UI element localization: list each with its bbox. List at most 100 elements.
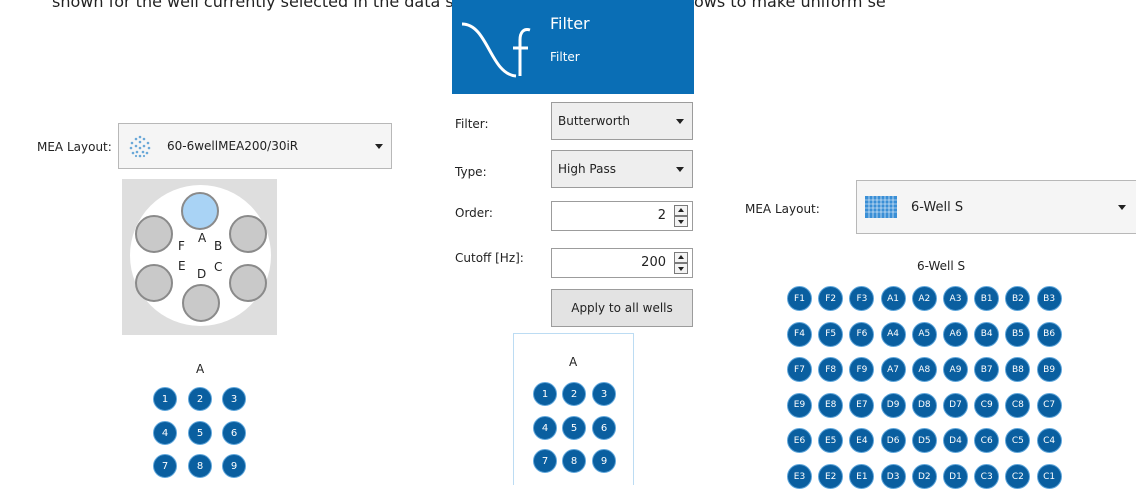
electrode-button[interactable]: A6 — [943, 321, 968, 347]
well-d[interactable] — [182, 284, 220, 322]
electrode-button[interactable]: F2 — [818, 286, 844, 311]
increment-arrow-icon[interactable] — [674, 252, 688, 263]
electrode-button[interactable]: B8 — [1005, 357, 1031, 383]
electrode-button[interactable]: B6 — [1036, 321, 1062, 347]
electrode-button[interactable]: F8 — [818, 357, 844, 383]
electrode-button[interactable]: C3 — [974, 464, 1000, 489]
electrode-button[interactable]: A3 — [943, 286, 968, 311]
electrode-button[interactable]: A5 — [911, 321, 937, 347]
electrode-button[interactable]: 6 — [222, 421, 246, 445]
electrode-button[interactable]: 7 — [533, 449, 557, 473]
electrode-button[interactable]: C2 — [1005, 464, 1031, 489]
electrode-button[interactable]: A7 — [880, 357, 906, 383]
electrode-button[interactable]: B5 — [1005, 321, 1031, 347]
chevron-down-icon — [1118, 205, 1126, 210]
electrode-button[interactable]: 5 — [562, 416, 586, 440]
electrode-button[interactable]: C1 — [1036, 464, 1062, 489]
electrode-button[interactable]: A1 — [880, 286, 906, 311]
well-b[interactable] — [229, 215, 267, 253]
electrode-button[interactable]: 9 — [592, 449, 616, 473]
electrode-button[interactable]: 1 — [533, 382, 557, 406]
electrode-button[interactable]: A9 — [943, 357, 968, 383]
electrode-button[interactable]: 4 — [533, 416, 557, 440]
electrode-button[interactable]: D5 — [911, 428, 937, 454]
electrode-button[interactable]: 1 — [153, 387, 177, 411]
electrode-button[interactable]: D9 — [880, 392, 906, 418]
electrode-button[interactable]: 2 — [188, 387, 212, 411]
mea-layout-label: MEA Layout: — [745, 202, 820, 216]
electrode-button[interactable]: 2 — [562, 382, 586, 406]
electrode-button[interactable]: B9 — [1036, 357, 1062, 383]
electrode-button[interactable]: C8 — [1005, 392, 1031, 418]
electrode-button[interactable]: E1 — [849, 464, 875, 489]
pass-type-dropdown[interactable]: High Pass — [551, 150, 693, 188]
electrode-button[interactable]: 6 — [592, 416, 616, 440]
order-value: 2 — [657, 208, 666, 223]
electrode-button[interactable]: B4 — [974, 321, 1000, 347]
electrode-button[interactable]: F3 — [849, 286, 875, 311]
electrode-button[interactable]: D8 — [911, 392, 937, 418]
electrode-button[interactable]: E6 — [787, 428, 812, 454]
electrode-button[interactable]: 3 — [592, 382, 616, 406]
apply-to-all-wells-button[interactable]: Apply to all wells — [551, 289, 693, 327]
filter-header: Filter Filter — [452, 0, 694, 94]
electrode-button[interactable]: F5 — [818, 321, 844, 347]
electrode-button[interactable]: C4 — [1036, 428, 1062, 454]
electrode-button[interactable]: C9 — [974, 392, 1000, 418]
well-label-f: F — [178, 239, 185, 253]
order-stepper[interactable]: 2 — [551, 201, 693, 231]
mea-layout-dropdown[interactable]: 60-6wellMEA200/30iR — [118, 123, 392, 169]
electrode-button[interactable]: 5 — [188, 421, 212, 445]
well-e[interactable] — [135, 264, 173, 302]
decrement-arrow-icon[interactable] — [674, 216, 688, 227]
well-label-b: B — [214, 239, 223, 253]
electrode-button[interactable]: B2 — [1005, 286, 1031, 311]
filter-type-label: Filter: — [455, 117, 489, 131]
electrode-button[interactable]: D2 — [911, 464, 937, 489]
electrode-grid-panel: A 1 2 3 4 5 6 7 8 9 — [513, 333, 634, 485]
well-c[interactable] — [229, 264, 267, 302]
electrode-button[interactable]: C6 — [974, 428, 1000, 454]
electrode-button[interactable]: E5 — [818, 428, 844, 454]
electrode-button[interactable]: C7 — [1036, 392, 1062, 418]
electrode-button[interactable]: 9 — [222, 454, 246, 478]
electrode-button[interactable]: B3 — [1036, 286, 1062, 311]
electrode-button[interactable]: F1 — [787, 286, 812, 311]
electrode-button[interactable]: F9 — [849, 357, 875, 383]
electrode-button[interactable]: F7 — [787, 357, 812, 383]
electrode-button[interactable]: E3 — [787, 464, 812, 489]
electrode-button[interactable]: C5 — [1005, 428, 1031, 454]
electrode-button[interactable]: A2 — [911, 286, 937, 311]
grid-layout-icon — [865, 196, 897, 218]
increment-arrow-icon[interactable] — [674, 205, 688, 216]
cutoff-label: Cutoff [Hz]: — [455, 251, 524, 265]
electrode-button[interactable]: E2 — [818, 464, 844, 489]
well-f[interactable] — [135, 215, 173, 253]
electrode-button[interactable]: B7 — [974, 357, 1000, 383]
filter-type-dropdown[interactable]: Butterworth — [551, 102, 693, 140]
electrode-button[interactable]: B1 — [974, 286, 1000, 311]
electrode-button[interactable]: A8 — [911, 357, 937, 383]
electrode-button[interactable]: D6 — [880, 428, 906, 454]
mea-layout-dropdown[interactable]: 6-Well S — [856, 180, 1136, 234]
cutoff-stepper[interactable]: 200 — [551, 248, 693, 278]
electrode-button[interactable]: E9 — [787, 392, 812, 418]
electrode-button[interactable]: E8 — [818, 392, 844, 418]
electrode-button[interactable]: D4 — [943, 428, 968, 454]
electrode-button[interactable]: D3 — [880, 464, 906, 489]
electrode-button[interactable]: 7 — [153, 454, 177, 478]
electrode-button[interactable]: 3 — [222, 387, 246, 411]
filter-subtitle: Filter — [550, 50, 580, 64]
well-a[interactable] — [181, 192, 219, 230]
electrode-button[interactable]: 8 — [188, 454, 212, 478]
electrode-button[interactable]: F4 — [787, 321, 812, 347]
decrement-arrow-icon[interactable] — [674, 263, 688, 274]
electrode-button[interactable]: D7 — [943, 392, 968, 418]
electrode-button[interactable]: E7 — [849, 392, 875, 418]
electrode-button[interactable]: F6 — [849, 321, 875, 347]
electrode-button[interactable]: 4 — [153, 421, 177, 445]
electrode-button[interactable]: A4 — [880, 321, 906, 347]
electrode-button[interactable]: 8 — [562, 449, 586, 473]
electrode-button[interactable]: E4 — [849, 428, 875, 454]
electrode-button[interactable]: D1 — [943, 464, 968, 489]
